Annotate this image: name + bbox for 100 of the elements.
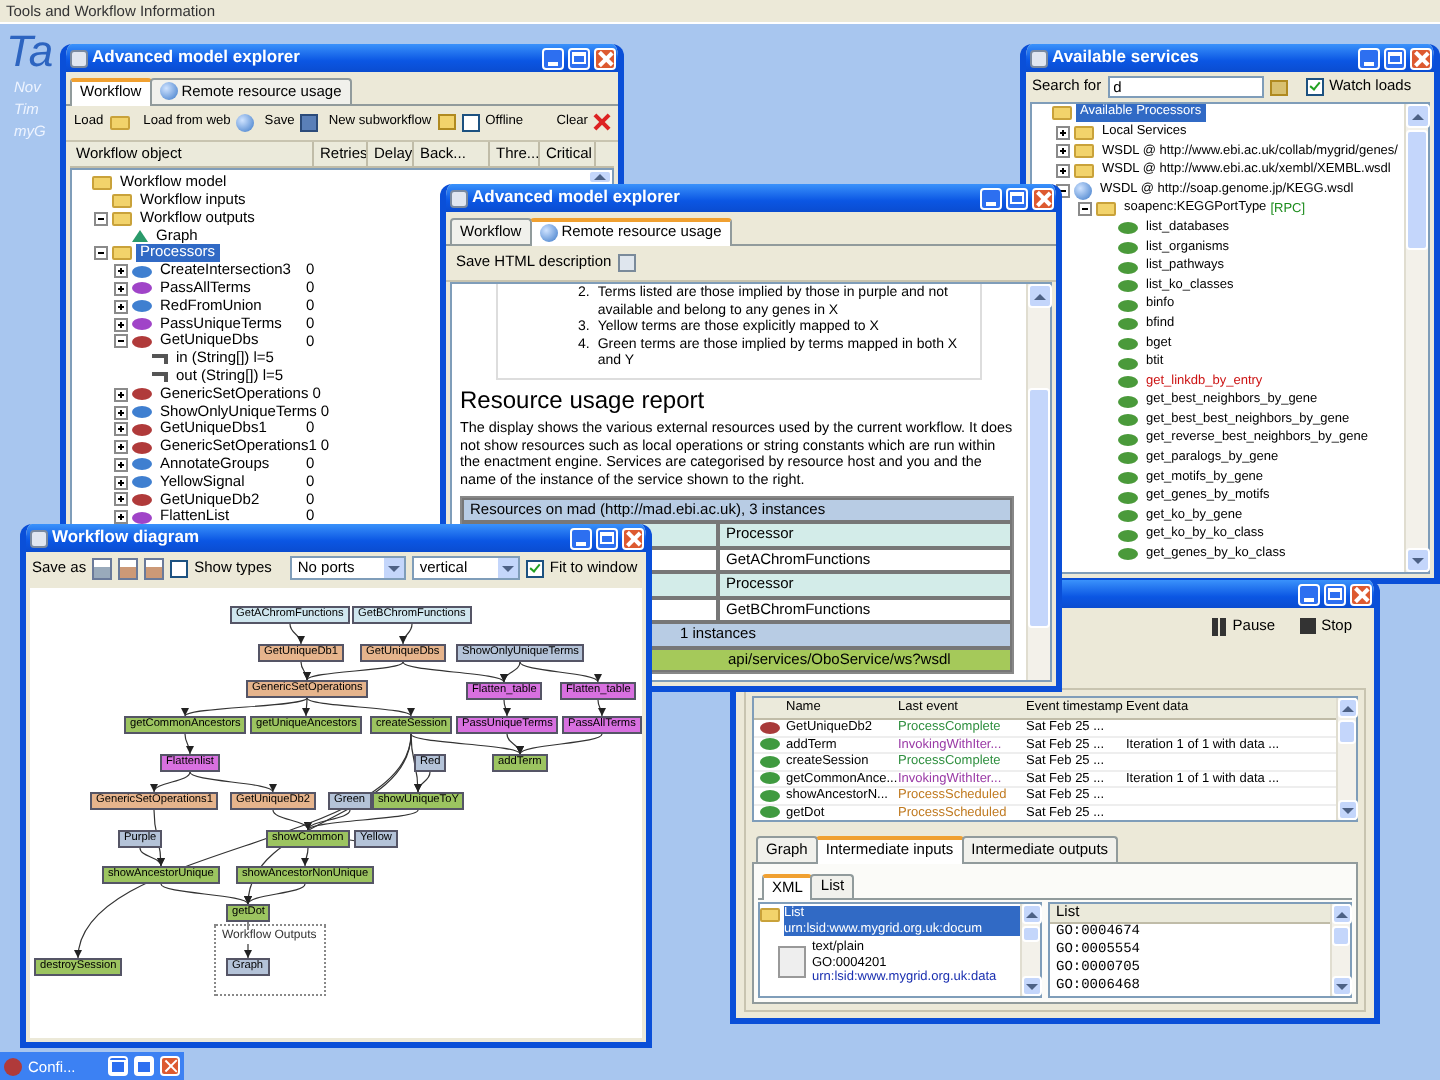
folder-icon (109, 115, 130, 130)
report-heading: Resource usage report (460, 387, 707, 415)
minimize-icon (576, 541, 586, 545)
window-icon (1030, 49, 1048, 67)
maximize-button[interactable] (596, 527, 618, 549)
caret-down-icon (497, 558, 518, 578)
cross-icon (594, 114, 610, 131)
expand-toggle[interactable] (114, 281, 128, 296)
window-title: Available services (1052, 48, 1201, 68)
wand-icon (1269, 79, 1288, 95)
caret-up-icon (1026, 911, 1038, 918)
maximize-icon (1328, 588, 1342, 600)
scroll-up-button[interactable] (1332, 904, 1352, 925)
scroll-down-button[interactable] (1338, 800, 1358, 820)
expand-toggle[interactable] (114, 422, 128, 437)
scroll-up-button[interactable] (1022, 904, 1042, 925)
image-file-icon[interactable] (144, 557, 165, 579)
expand-toggle[interactable] (94, 211, 108, 226)
connector (502, 699, 511, 717)
minimize-button[interactable] (980, 187, 1002, 209)
expand-toggle[interactable] (114, 334, 128, 349)
scroll-up-button[interactable] (1406, 104, 1430, 128)
caret-down-icon (1026, 983, 1038, 989)
pause-icon (1212, 618, 1227, 636)
minimize-button[interactable] (570, 527, 592, 549)
caret-down-icon (1336, 983, 1348, 989)
connector (597, 699, 606, 717)
checkbox[interactable] (525, 559, 544, 577)
close-button[interactable] (594, 47, 616, 69)
expand-toggle[interactable] (114, 457, 128, 472)
close-button[interactable] (622, 527, 644, 549)
expand-toggle[interactable] (1056, 125, 1070, 140)
scroll-thumb[interactable] (1332, 926, 1350, 947)
expand-toggle[interactable] (114, 317, 128, 332)
expand-toggle[interactable] (114, 387, 128, 402)
logo-text: Ta (6, 28, 54, 76)
folder-icon (1096, 202, 1116, 217)
expand-toggle[interactable] (1056, 164, 1070, 179)
caret-up-icon (1034, 293, 1046, 299)
close-icon (1414, 51, 1428, 65)
scroll-thumb[interactable] (1022, 926, 1040, 943)
maximize-button[interactable] (568, 47, 590, 69)
scroll-thumb[interactable] (1028, 388, 1050, 628)
expand-toggle[interactable] (114, 264, 128, 279)
expand-toggle[interactable] (114, 299, 128, 314)
restore-icon (110, 1059, 126, 1073)
restore-button[interactable] (108, 1056, 128, 1076)
window-icon (450, 189, 468, 207)
maximize-button[interactable] (134, 1056, 154, 1076)
expand-toggle[interactable] (94, 246, 108, 261)
checkbox[interactable] (170, 559, 189, 577)
scroll-up-button[interactable] (1028, 284, 1052, 308)
expand-toggle[interactable] (114, 405, 128, 419)
maximize-icon (1010, 192, 1024, 204)
close-button[interactable] (160, 1056, 180, 1076)
window-icon (70, 49, 88, 67)
checkbox[interactable] (461, 113, 480, 132)
minimize-button[interactable] (542, 47, 564, 69)
scroll-down-button[interactable] (1406, 548, 1430, 572)
globe-icon (236, 113, 255, 132)
document-icon (778, 946, 806, 979)
close-button[interactable] (1350, 583, 1372, 605)
close-icon (1354, 587, 1368, 601)
caret-up-icon (1412, 113, 1424, 119)
image-file-icon[interactable] (92, 557, 113, 579)
caret-up-icon (1336, 911, 1348, 918)
connector (289, 623, 305, 645)
connector (399, 623, 413, 645)
scroll-thumb[interactable] (1406, 130, 1428, 250)
scroll-up-button[interactable] (1338, 698, 1358, 718)
maximize-icon (1388, 52, 1402, 64)
maximize-button[interactable] (1324, 583, 1346, 605)
minimize-icon (548, 61, 558, 65)
scroll-thumb[interactable] (1338, 720, 1356, 744)
checkbox[interactable] (1305, 78, 1324, 96)
expand-toggle[interactable] (1056, 144, 1070, 159)
window-title: Workflow diagram (52, 528, 202, 548)
window-icon (30, 529, 48, 547)
expand-toggle[interactable] (114, 510, 128, 525)
app-icon (4, 1057, 22, 1075)
minimize-button[interactable] (1358, 47, 1380, 69)
expand-toggle[interactable] (114, 440, 128, 455)
expand-toggle[interactable] (114, 475, 128, 490)
caret-down-icon (1342, 807, 1354, 813)
scroll-down-button[interactable] (1332, 976, 1352, 996)
scroll-up-button[interactable] (588, 170, 612, 185)
minimize-button[interactable] (1298, 583, 1320, 605)
scroll-down-button[interactable] (1022, 976, 1042, 996)
maximize-icon (136, 1058, 152, 1074)
image-file-icon[interactable] (118, 557, 139, 579)
close-button[interactable] (1410, 47, 1432, 69)
minimize-icon (1364, 61, 1374, 65)
close-button[interactable] (1032, 187, 1054, 209)
minimize-icon (986, 201, 996, 205)
expand-toggle[interactable] (1078, 202, 1092, 217)
subworkflow-icon (437, 114, 456, 131)
maximize-button[interactable] (1384, 47, 1406, 69)
stop-icon (1299, 618, 1316, 635)
maximize-button[interactable] (1006, 187, 1028, 209)
expand-toggle[interactable] (114, 492, 128, 507)
